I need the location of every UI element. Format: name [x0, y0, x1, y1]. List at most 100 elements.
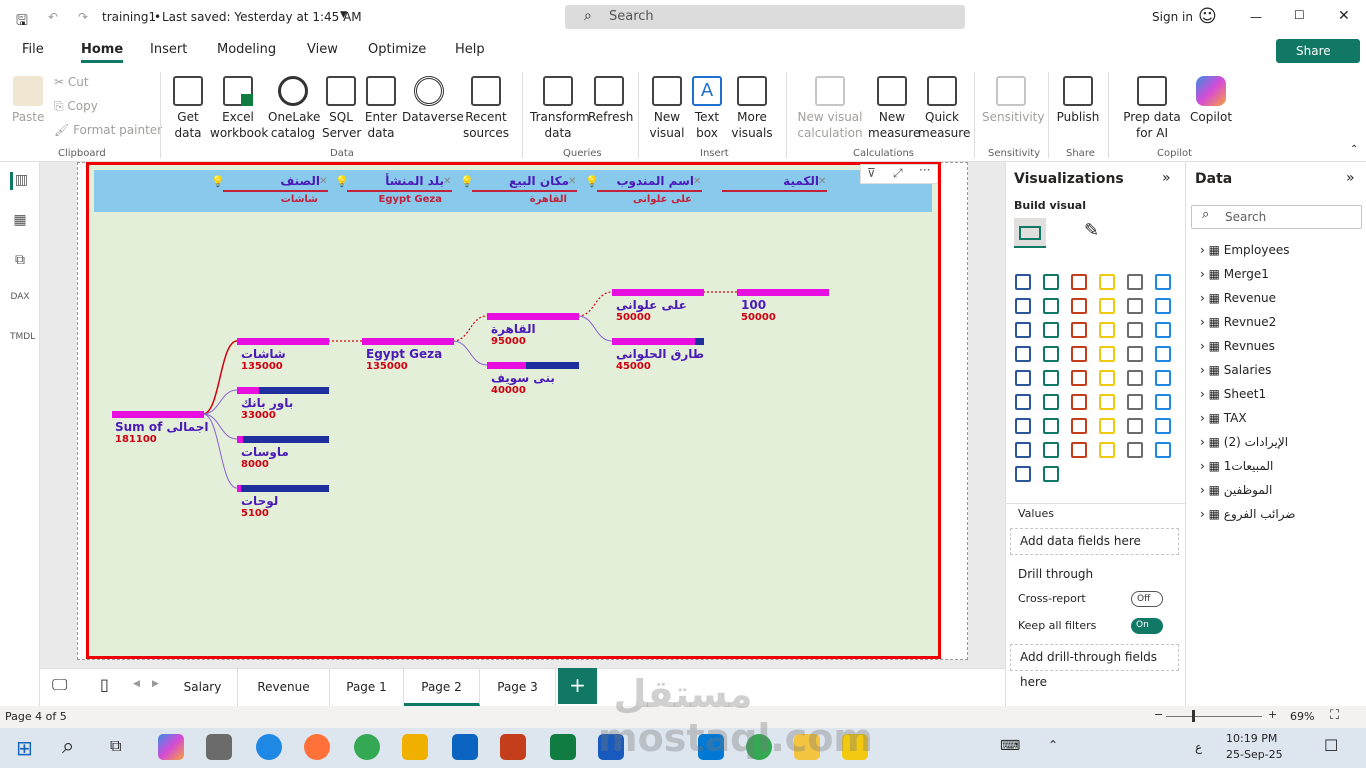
- file-explorer-app-icon[interactable]: [794, 734, 820, 760]
- data-table-item[interactable]: › ▦ Employees: [1200, 243, 1289, 257]
- build-visual-icon[interactable]: [1014, 218, 1046, 248]
- visual-type-icon[interactable]: [1127, 370, 1143, 386]
- visual-type-icon[interactable]: [1015, 418, 1031, 434]
- visual-type-icon[interactable]: [1099, 442, 1115, 458]
- visual-type-icon[interactable]: [1071, 394, 1087, 410]
- tree-node[interactable]: لوحات 5100: [237, 485, 329, 519]
- vscode-app-icon[interactable]: [698, 734, 724, 760]
- visual-type-icon[interactable]: [1015, 274, 1031, 290]
- visual-type-icon[interactable]: [1043, 322, 1059, 338]
- data-table-item[interactable]: › ▦ الموظفين: [1200, 483, 1272, 497]
- data-table-item[interactable]: › ▦ الإيرادات (2): [1200, 435, 1288, 449]
- drill-through-well[interactable]: Add drill-through fields here: [1010, 644, 1179, 689]
- visual-type-icon[interactable]: [1099, 298, 1115, 314]
- data-table-item[interactable]: › ▦ Revnues: [1200, 339, 1275, 353]
- outlook-app-icon[interactable]: [452, 734, 478, 760]
- copilot-app-icon[interactable]: [158, 734, 184, 760]
- chevron-right-icon[interactable]: ›: [1200, 315, 1209, 329]
- chrome-app-icon[interactable]: [354, 734, 380, 760]
- clock-time[interactable]: 10:19 PM: [1226, 732, 1277, 745]
- search-icon[interactable]: ⌕: [62, 734, 74, 759]
- visual-type-icon[interactable]: [1155, 322, 1171, 338]
- visual-type-icon[interactable]: [1099, 274, 1115, 290]
- chevron-right-icon[interactable]: ›: [1200, 411, 1209, 425]
- tree-node[interactable]: طارق الحلوانى 45000: [612, 338, 704, 372]
- chevron-right-icon[interactable]: ›: [1200, 291, 1209, 305]
- chrome-profile-app-icon[interactable]: [746, 734, 772, 760]
- excel-app-icon[interactable]: [550, 734, 576, 760]
- firefox-app-icon[interactable]: [304, 734, 330, 760]
- mobile-layout-icon[interactable]: ▯: [100, 675, 109, 694]
- visual-type-icon[interactable]: [1043, 274, 1059, 290]
- visual-type-icon[interactable]: [1099, 370, 1115, 386]
- notifications-icon[interactable]: ☐: [1324, 736, 1338, 755]
- zoom-in-icon[interactable]: +: [1268, 708, 1277, 721]
- tree-node[interactable]: 100 50000: [737, 289, 829, 323]
- collapse-pane-icon[interactable]: »: [1346, 170, 1355, 186]
- keep-filters-toggle[interactable]: On: [1131, 618, 1163, 634]
- data-search-input[interactable]: Search: [1191, 205, 1362, 229]
- zoom-slider[interactable]: [1166, 710, 1262, 722]
- visual-type-icon[interactable]: [1015, 322, 1031, 338]
- data-table-item[interactable]: › ▦ Merge1: [1200, 267, 1269, 281]
- page-tab-page2[interactable]: Page 2: [404, 668, 480, 706]
- powerpoint-app-icon[interactable]: [500, 734, 526, 760]
- windows-start-icon[interactable]: ⊞: [16, 736, 33, 760]
- tree-node[interactable]: باور بانك 33000: [237, 387, 329, 421]
- visual-type-icon[interactable]: [1155, 394, 1171, 410]
- visual-type-icon[interactable]: [1015, 442, 1031, 458]
- visual-type-icon[interactable]: [1071, 298, 1087, 314]
- visual-type-icon[interactable]: [1015, 346, 1031, 362]
- keyboard-icon[interactable]: ⌨: [1000, 738, 1020, 754]
- visual-type-icon[interactable]: [1127, 442, 1143, 458]
- prev-page-icon[interactable]: ◀: [133, 679, 140, 689]
- visual-type-icon[interactable]: [1099, 346, 1115, 362]
- visual-type-icon[interactable]: [1127, 298, 1143, 314]
- data-table-item[interactable]: › ▦ Revnue2: [1200, 315, 1276, 329]
- tree-node-root[interactable]: Sum of اجمالى 181100: [112, 411, 208, 445]
- visual-type-icon[interactable]: [1099, 322, 1115, 338]
- edge-app-icon[interactable]: [256, 734, 282, 760]
- visual-type-icon[interactable]: [1127, 322, 1143, 338]
- visual-type-icon[interactable]: [1127, 418, 1143, 434]
- chevron-right-icon[interactable]: ›: [1200, 483, 1209, 497]
- collapse-pane-icon[interactable]: »: [1162, 170, 1171, 186]
- visual-type-icon[interactable]: [1043, 370, 1059, 386]
- visual-type-icon[interactable]: [1127, 346, 1143, 362]
- visual-type-icon[interactable]: [1071, 418, 1087, 434]
- tray-overflow-icon[interactable]: ⌃: [1048, 738, 1058, 752]
- desktop-layout-icon[interactable]: 🖵: [52, 675, 67, 695]
- visual-type-icon[interactable]: [1155, 274, 1171, 290]
- chevron-right-icon[interactable]: ›: [1200, 459, 1209, 473]
- tree-node[interactable]: بنى سويف 40000: [487, 362, 579, 396]
- chevron-right-icon[interactable]: ›: [1200, 363, 1209, 377]
- chevron-right-icon[interactable]: ›: [1200, 267, 1209, 281]
- language-indicator[interactable]: ع: [1195, 740, 1202, 754]
- visual-type-icon[interactable]: [1015, 394, 1031, 410]
- chevron-right-icon[interactable]: ›: [1200, 243, 1209, 257]
- data-table-item[interactable]: › ▦ المبيعات1: [1200, 459, 1273, 473]
- zoom-thumb[interactable]: [1192, 710, 1195, 722]
- tree-node[interactable]: ماوسات 8000: [237, 436, 329, 470]
- visual-type-icon[interactable]: [1155, 370, 1171, 386]
- visual-type-icon[interactable]: [1127, 274, 1143, 290]
- visual-type-icon[interactable]: [1015, 298, 1031, 314]
- page-tab-page3[interactable]: Page 3: [480, 668, 556, 706]
- visual-type-icon[interactable]: [1043, 346, 1059, 362]
- add-page-button[interactable]: +: [558, 668, 597, 704]
- visual-type-icon[interactable]: [1043, 418, 1059, 434]
- visual-type-icon[interactable]: [1015, 370, 1031, 386]
- tree-node[interactable]: القاهرة 95000: [487, 313, 579, 347]
- tree-node[interactable]: شاشات 135000: [237, 338, 329, 372]
- powerbi-app-icon[interactable]: [842, 734, 868, 760]
- visual-type-icon[interactable]: [1043, 394, 1059, 410]
- tree-node[interactable]: Egypt Geza 135000: [362, 338, 454, 372]
- visual-type-icon[interactable]: [1155, 418, 1171, 434]
- visual-type-icon[interactable]: [1071, 346, 1087, 362]
- page-tab-revenue[interactable]: Revenue: [238, 668, 330, 706]
- visual-type-icon[interactable]: [1155, 442, 1171, 458]
- word-app-icon[interactable]: [598, 734, 624, 760]
- values-well[interactable]: Add data fields here: [1010, 528, 1179, 555]
- chevron-right-icon[interactable]: ›: [1200, 339, 1209, 353]
- data-table-item[interactable]: › ▦ TAX: [1200, 411, 1247, 425]
